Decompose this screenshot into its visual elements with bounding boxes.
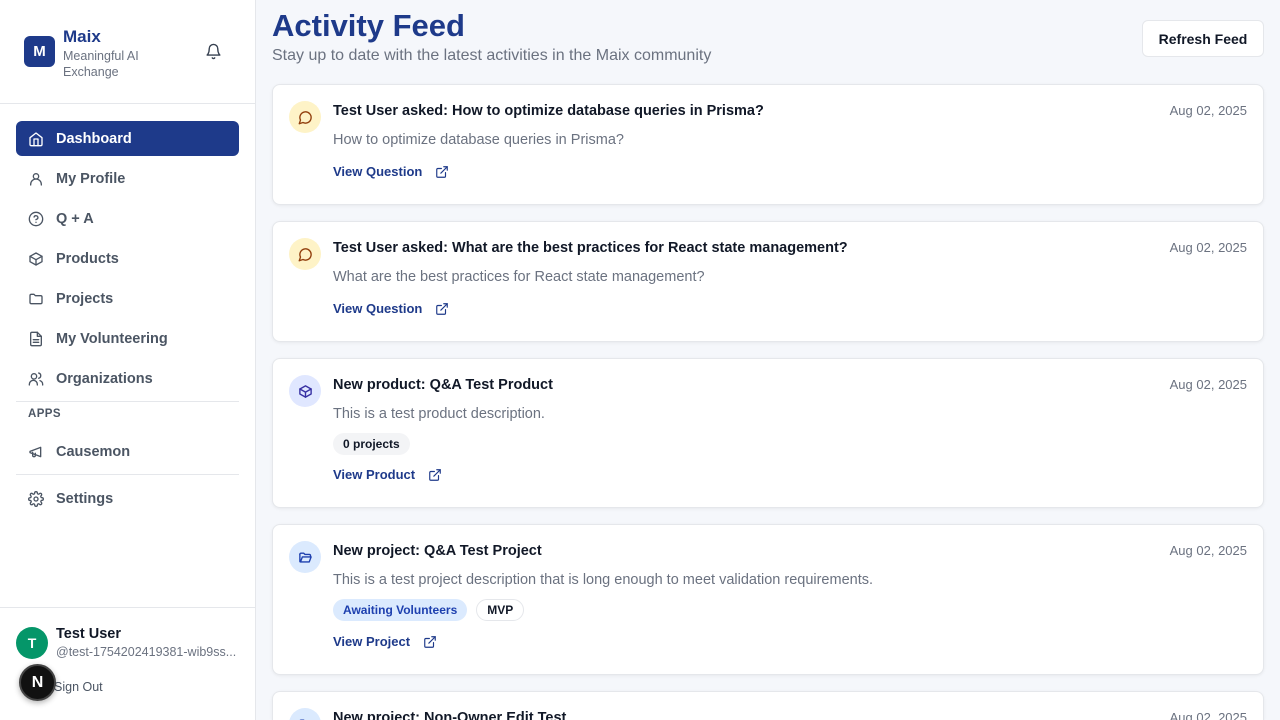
home-icon [29,131,43,146]
folder-open-icon [298,551,312,563]
brand-subtitle: Meaningful AI Exchange [63,49,139,79]
page-title: Activity Feed [272,8,465,43]
tag-list: Awaiting Volunteers MVP [333,599,525,621]
package-icon [29,251,43,266]
feed-title: Test User asked: What are the best pract… [333,240,848,256]
sidebar-item-causemon[interactable]: Causemon [16,434,239,469]
folder-open-icon [298,718,305,720]
external-link-icon [436,302,449,315]
feed-title: New product: Q&A Test Product [333,377,553,393]
brand-name[interactable]: Maix [63,27,101,47]
feed-title: New project: Q&A Test Project [333,543,542,559]
link-label: View Question [333,164,423,179]
sidebar-item-label: Organizations [56,370,153,387]
sidebar-item-label: Projects [56,290,114,307]
feed-icon [289,708,321,720]
feed-icon [289,375,321,407]
sidebar-item-my-profile[interactable]: My Profile [16,161,239,196]
sidebar-item-label: Causemon [56,443,131,460]
page-subtitle: Stay up to date with the latest activiti… [272,47,712,64]
feed-date: Aug 02, 2025 [1169,543,1247,558]
sidebar-nav: Dashboard My Profile Q + A Products Proj… [16,121,239,521]
users-icon [28,371,44,386]
feed-icon [289,238,321,270]
sidebar-item-dashboard[interactable]: Dashboard [16,121,239,156]
feed-card: Test User asked: How to optimize databas… [272,84,1264,205]
sidebar-item-label: My Volunteering [56,330,168,347]
feed-description: This is a test product description. [333,406,545,422]
divider [16,474,239,475]
bell-icon[interactable] [205,43,222,60]
help-circle-icon [28,211,44,226]
sidebar-item-settings[interactable]: Settings [16,481,239,516]
sidebar-item-projects[interactable]: Projects [16,281,239,316]
user-icon [30,172,42,186]
megaphone-icon [29,446,42,457]
avatar[interactable]: T [16,627,48,659]
feed-date: Aug 02, 2025 [1169,377,1247,392]
project-count-badge: 0 projects [333,433,410,455]
external-link-icon [424,635,436,648]
package-icon [298,384,312,398]
feed-date: Aug 02, 2025 [1169,240,1247,255]
feed-description: This is a test project description that … [333,572,874,588]
sidebar-item-label: Dashboard [56,130,132,147]
refresh-feed-button[interactable]: Refresh Feed [1142,20,1264,57]
feed-description: How to optimize database queries in Pris… [333,132,624,148]
feed-date: Aug 02, 2025 [1169,103,1247,118]
link-label: View Project [333,634,411,649]
view-product-link[interactable]: View Product [333,467,442,482]
file-icon [30,331,42,346]
user-name: Test User [56,626,122,642]
sidebar-item-label: Settings [56,490,114,507]
feed-icon [289,541,321,573]
sidebar-item-products[interactable]: Products [16,241,239,276]
sign-out-button[interactable]: Sign Out [54,680,103,694]
sidebar-item-label: Q + A [56,210,94,227]
stage-badge: MVP [476,599,525,621]
user-handle: @test-1754202419381-wib9ss... [56,645,237,659]
message-circle-icon [298,247,312,261]
feed-card: Test User asked: What are the best pract… [272,221,1264,342]
tag-list: 0 projects [333,433,410,455]
folder-icon [29,293,43,304]
sidebar-item-my-volunteering[interactable]: My Volunteering [16,321,239,356]
status-badge: Awaiting Volunteers [333,599,468,621]
section-label-apps: APPS [28,408,61,420]
feed-card: New project: Non-Owner Edit Test Aug 02,… [272,691,1264,720]
gear-icon [28,490,44,507]
sidebar-item-label: Products [56,250,119,267]
main-content: Activity Feed Stay up to date with the l… [256,0,1280,720]
view-question-link[interactable]: View Question [333,301,449,316]
sidebar-item-organizations[interactable]: Organizations [16,361,239,396]
logo[interactable]: M [24,36,55,67]
sidebar: M Maix Meaningful AI Exchange Dashboard … [0,0,256,720]
dev-tools-badge[interactable]: N [19,664,56,701]
view-project-link[interactable]: View Project [333,634,437,649]
sidebar-item-qa[interactable]: Q + A [16,201,239,236]
feed-icon [289,101,321,133]
feed-description: What are the best practices for React st… [333,269,705,285]
feed-date: Aug 02, 2025 [1169,710,1247,720]
brand-header: M Maix Meaningful AI Exchange [0,0,255,104]
view-question-link[interactable]: View Question [333,164,449,179]
feed-card: New project: Q&A Test Project Aug 02, 20… [272,524,1264,675]
feed-title: Test User asked: How to optimize databas… [333,103,764,119]
feed-card: New product: Q&A Test Product Aug 02, 20… [272,358,1264,508]
feed-title: New project: Non-Owner Edit Test [333,710,567,720]
external-link-icon [436,165,449,178]
sidebar-item-label: My Profile [56,170,126,187]
link-label: View Question [333,301,423,316]
external-link-icon [429,468,441,481]
message-circle-icon [298,110,312,124]
link-label: View Product [333,467,416,482]
divider [16,401,239,402]
